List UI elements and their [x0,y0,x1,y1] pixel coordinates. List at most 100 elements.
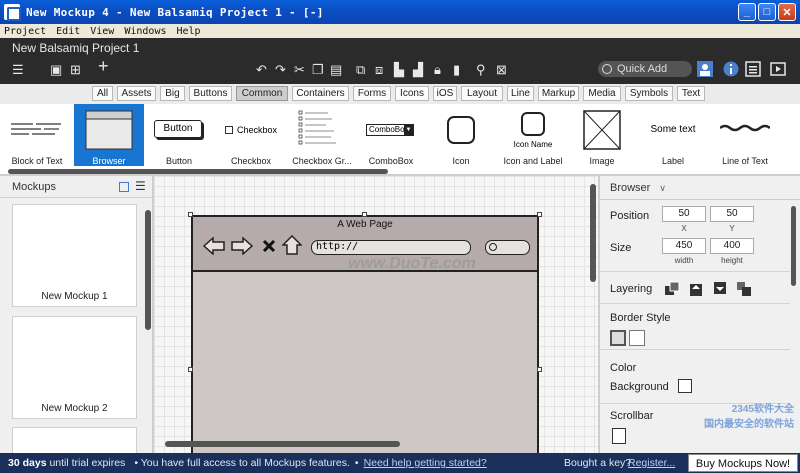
height-input[interactable]: 400 [710,238,754,254]
hamburger-menu-icon[interactable]: ☰ [12,62,24,78]
search-icon[interactable]: ⚲ [476,62,486,78]
tab-assets[interactable]: Assets [117,86,156,101]
category-tabs: All Assets Big Buttons Common Containers… [0,84,800,104]
buy-now-button[interactable]: Buy Mockups Now! [688,454,798,472]
user-icon[interactable] [697,61,713,77]
scrollbar-toggle-button[interactable] [612,428,626,444]
chevron-down-icon[interactable]: ∨ [659,183,666,193]
canvas-vertical-scrollbar[interactable] [590,184,596,282]
mockup-thumbnail[interactable]: New Mockup 2 [12,316,137,419]
minimize-button[interactable]: _ [738,3,756,21]
presentation-icon[interactable] [770,61,786,77]
grid-view-icon[interactable]: ⊞ [70,62,81,78]
menu-windows[interactable]: Windows [124,26,166,37]
library-item-icon-and-label[interactable]: Icon Name Icon and Label [498,104,568,166]
tab-text[interactable]: Text [677,86,705,101]
library-item-browser[interactable]: Browser [74,104,144,166]
tab-all[interactable]: All [92,86,113,101]
library-scrollbar[interactable] [8,169,388,174]
library-item-label[interactable]: Some text Label [640,104,706,166]
tab-markup[interactable]: Markup [538,86,579,101]
resize-handle[interactable] [537,367,542,372]
tab-big[interactable]: Big [160,86,185,101]
position-x-input[interactable]: 50 [662,206,706,222]
tab-layout[interactable]: Layout [461,86,503,101]
lock-icon[interactable]: 🔒︎ [434,62,441,78]
bring-forward-icon[interactable]: ▙ [394,62,404,78]
checkbox-preview-label: Checkbox [237,125,278,135]
single-panel-view-icon[interactable]: ▣ [50,62,62,78]
send-backward-icon[interactable] [712,281,728,297]
tab-symbols[interactable]: Symbols [625,86,673,101]
inspector-scrollbar[interactable] [791,206,796,286]
background-color-swatch[interactable] [678,379,692,393]
ui-library: Block of Text Browser Button Button Chec… [0,104,800,175]
library-item-button[interactable]: Button Button [146,104,212,166]
register-link[interactable]: Register... [628,457,675,469]
library-item-checkbox[interactable]: Checkbox Checkbox [216,104,286,166]
trial-days: 30 days [8,457,47,469]
mockup-canvas[interactable]: A Web Page http:// www.DuoTe.com [154,176,598,453]
mockup-thumbnail[interactable]: New Mockup 1 [12,204,137,307]
thumbnail-view-icon[interactable] [119,182,129,192]
help-link[interactable]: Need help getting started? [364,457,487,469]
send-backward-icon[interactable]: ▟ [413,62,423,78]
undo-icon[interactable]: ↶ [256,62,267,78]
resize-handle[interactable] [188,212,193,217]
cut-icon[interactable]: ✂ [294,62,305,78]
menu-help[interactable]: Help [177,26,201,37]
paste-icon[interactable]: ▤ [330,62,342,78]
tab-icons[interactable]: Icons [395,86,429,101]
resize-handle[interactable] [188,367,193,372]
width-input[interactable]: 450 [662,238,706,254]
library-item-image[interactable]: Image [572,104,632,166]
label-preview: Some text [650,124,696,135]
bring-to-front-icon[interactable] [664,281,680,297]
library-item-combobox[interactable]: ComboBox ▼ ComboBox [358,104,424,166]
resize-handle[interactable] [537,212,542,217]
info-icon[interactable] [723,61,739,77]
border-style-sketch-button[interactable] [629,330,645,346]
close-button[interactable]: ✕ [778,3,796,21]
redo-icon[interactable]: ↷ [275,62,286,78]
watermark-line-2: 国内最安全的软件站 [704,419,794,430]
library-item-label: Checkbox [230,156,272,166]
tab-containers[interactable]: Containers [292,86,349,101]
send-to-back-icon[interactable] [736,281,752,297]
library-item-block-of-text[interactable]: Block of Text [2,104,72,166]
library-item-checkbox-group[interactable]: Checkbox Gr... [290,104,354,166]
copy-icon[interactable]: ❐ [312,62,324,78]
tab-common[interactable]: Common [236,86,288,101]
notes-icon[interactable] [745,61,761,77]
tab-media[interactable]: Media [583,86,621,101]
menu-project[interactable]: Project [4,26,46,37]
menu-edit[interactable]: Edit [56,26,80,37]
add-mockup-icon[interactable]: + [98,57,109,75]
fullscreen-icon[interactable]: ⊠ [496,62,507,78]
size-label: Size [610,242,632,254]
icon-and-label-preview-icon [521,112,545,136]
resize-handle[interactable] [362,212,367,217]
border-style-solid-button[interactable] [610,330,626,346]
delete-icon[interactable]: ▮ [453,62,460,78]
tab-line[interactable]: Line [507,86,534,101]
maximize-button[interactable]: □ [758,3,776,21]
position-y-input[interactable]: 50 [710,206,754,222]
list-view-icon[interactable]: ☰ [135,179,146,193]
quick-add-input[interactable]: Quick Add [598,61,692,77]
ungroup-icon[interactable]: ⧈ [375,62,383,78]
app-icon [4,4,21,21]
tab-ios[interactable]: iOS [433,86,457,101]
library-item-icon[interactable]: Icon [428,104,494,166]
library-item-label: Image [589,156,615,166]
mockups-scrollbar[interactable] [145,210,151,330]
menu-view[interactable]: View [90,26,114,37]
library-item-line-of-text[interactable]: Line of Text [710,104,780,166]
bring-forward-icon[interactable] [688,281,704,297]
tab-buttons[interactable]: Buttons [189,86,232,101]
scrollbar-label: Scrollbar [610,410,654,422]
browser-widget[interactable]: A Web Page http:// www.DuoTe.com [191,215,539,453]
canvas-horizontal-scrollbar[interactable] [165,441,400,447]
tab-forms[interactable]: Forms [353,86,391,101]
group-icon[interactable]: ⧉ [356,62,365,78]
